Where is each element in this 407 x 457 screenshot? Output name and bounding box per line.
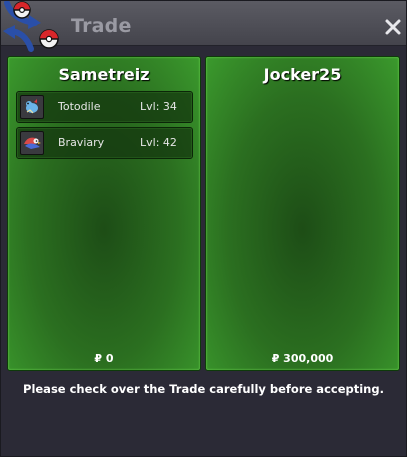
pokemon-level: Lvl: 42	[140, 136, 177, 149]
close-icon[interactable]	[384, 18, 402, 36]
money-offer: ₽ 300,000	[271, 352, 334, 365]
totodile-sprite-icon	[20, 95, 44, 119]
offer-panel-jocker25: Jocker25 ₽ 300,000	[205, 56, 400, 371]
pokemon-slot-braviary[interactable]: Braviary Lvl: 42	[16, 127, 193, 159]
pokemon-name: Braviary	[58, 136, 105, 149]
pokemon-slot-totodile[interactable]: Totodile Lvl: 34	[16, 91, 193, 123]
player-name: Sametreiz	[58, 65, 150, 84]
pokemon-name: Totodile	[58, 100, 101, 113]
offer-panel-sametreiz: Sametreiz Totodile Lvl: 34 Braviary Lvl:…	[7, 56, 201, 371]
player-name: Jocker25	[263, 65, 342, 84]
window-title: Trade	[71, 15, 132, 37]
trade-window: Trade Sametreiz Totodile Lvl: 34 Braviar…	[0, 0, 407, 457]
money-offer: ₽ 0	[94, 352, 114, 365]
trade-notice: Please check over the Trade carefully be…	[23, 382, 384, 396]
pokemon-level: Lvl: 34	[140, 100, 177, 113]
trade-logo-icon	[1, 0, 67, 57]
braviary-sprite-icon	[20, 131, 44, 155]
